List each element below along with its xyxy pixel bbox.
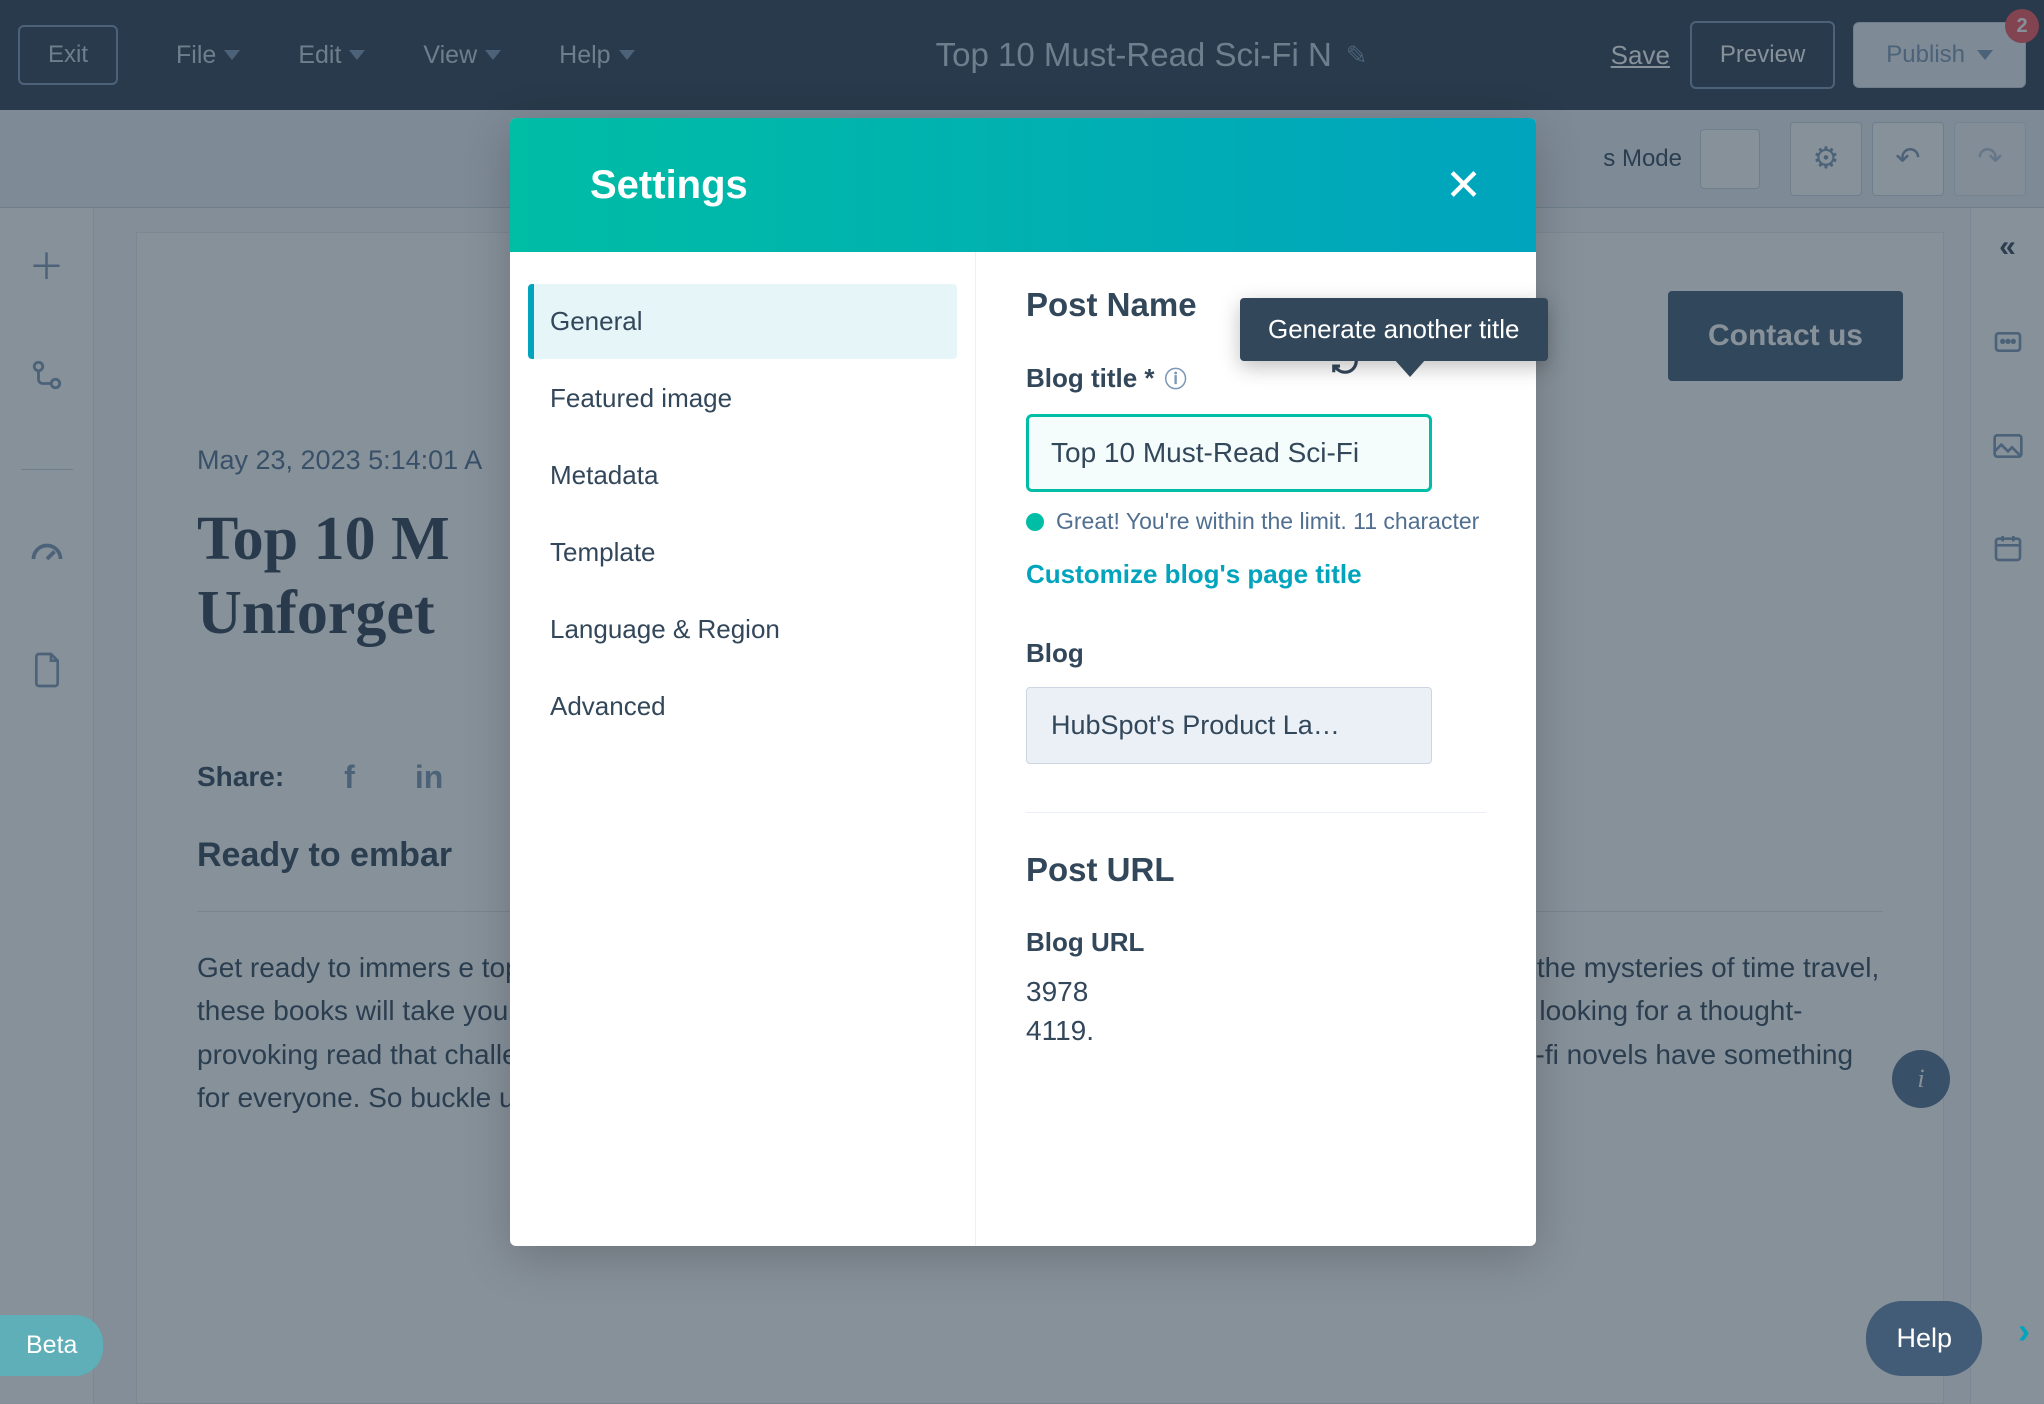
title-validation: Great! You're within the limit. 11 chara… [1026, 508, 1486, 535]
nav-general[interactable]: General [528, 284, 957, 359]
modal-title: Settings [590, 163, 748, 208]
blog-title-label: Blog title * ⓘ [1026, 362, 1187, 394]
section-post-url: Post URL [1026, 851, 1486, 889]
section-divider [1026, 812, 1486, 813]
blog-url-label: Blog URL [1026, 927, 1486, 958]
blog-title-input[interactable] [1026, 414, 1432, 492]
regenerate-tooltip: Generate another title [1240, 298, 1548, 361]
settings-modal: Settings ✕ General Featured image Metada… [510, 118, 1536, 1246]
validation-text: Great! You're within the limit. 11 chara… [1056, 508, 1479, 535]
nav-advanced[interactable]: Advanced [528, 669, 957, 744]
nav-template[interactable]: Template [528, 515, 957, 590]
beta-pill[interactable]: Beta [0, 1315, 103, 1376]
blog-select-label: Blog [1026, 638, 1486, 669]
blog-select[interactable]: HubSpot's Product La… [1026, 687, 1432, 764]
blog-title-label-text: Blog title * [1026, 363, 1155, 394]
chevron-right-icon[interactable]: › [2018, 1310, 2030, 1352]
settings-nav: General Featured image Metadata Template… [510, 252, 976, 1246]
close-icon[interactable]: ✕ [1445, 160, 1482, 211]
help-button[interactable]: Help [1866, 1301, 1982, 1376]
blog-url-value: 3978 4119. [1026, 972, 1486, 1050]
customize-title-link[interactable]: Customize blog's page title [1026, 559, 1486, 590]
nav-featured-image[interactable]: Featured image [528, 361, 957, 436]
validation-dot-icon [1026, 513, 1044, 531]
nav-language-region[interactable]: Language & Region [528, 592, 957, 667]
info-icon[interactable]: ⓘ [1165, 362, 1187, 394]
settings-content: Post Name Blog title * ⓘ Great! You're w… [976, 252, 1536, 1246]
nav-metadata[interactable]: Metadata [528, 438, 957, 513]
modal-header: Settings ✕ [510, 118, 1536, 252]
